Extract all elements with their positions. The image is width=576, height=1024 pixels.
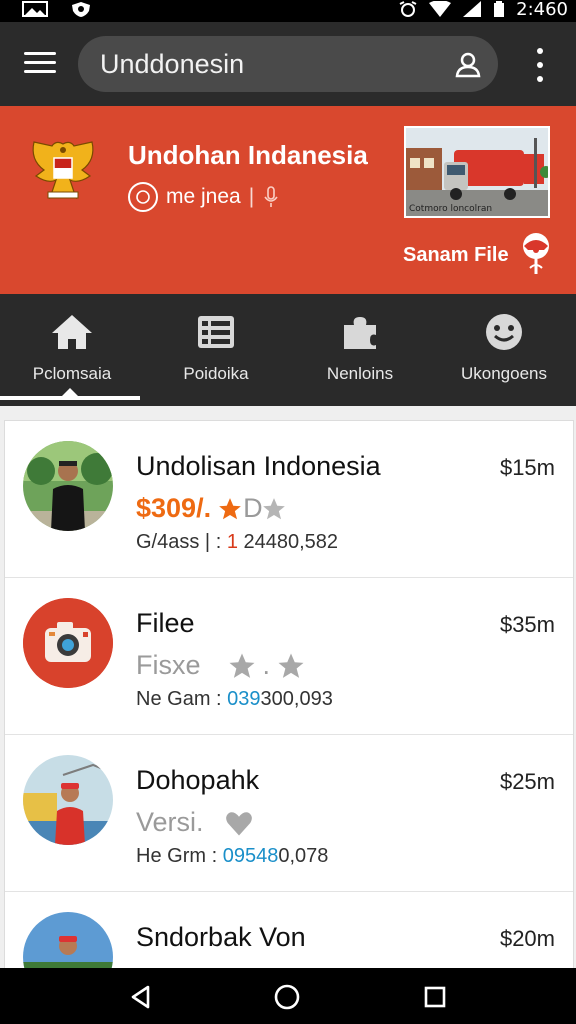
item-title: Dohopahk (136, 765, 260, 795)
status-bar: 2:460 (0, 0, 576, 22)
tab-label: Ukongoens (460, 364, 547, 383)
home-circle-icon[interactable] (274, 984, 300, 1010)
item-rating-row: Versi. (136, 807, 254, 838)
banner-subtitle-row: me jnea | (128, 182, 280, 212)
recent-apps-icon[interactable] (424, 986, 446, 1008)
item-title: Sndorbak Von (136, 922, 306, 952)
location-icon (128, 182, 158, 212)
avatar (23, 441, 113, 531)
item-subvalue: Fisxe (136, 650, 201, 680)
item-title: Undolisan Indonesia (136, 451, 381, 481)
item-price: $25m (499, 769, 555, 794)
microphone-icon[interactable] (262, 185, 280, 209)
item-subvalue: Versi. (136, 807, 204, 837)
meta-colon: : (215, 531, 222, 553)
wifi-icon (429, 1, 452, 17)
app-bar: Unddonesin (0, 22, 576, 106)
list-item[interactable]: Undolisan Indonesia $15m $309/. D G/4ass… (5, 421, 573, 578)
avatar (23, 598, 113, 688)
item-price: $20m (499, 926, 555, 951)
overflow-menu-icon[interactable] (528, 48, 552, 82)
meta-highlight: 039 (227, 688, 261, 710)
smiley-icon (482, 312, 526, 352)
meta-value: 24480,582 (243, 531, 339, 553)
home-icon (50, 312, 94, 352)
meta-value: 0,078 (278, 845, 329, 867)
item-meta: He Grm : 095480,078 (136, 845, 328, 868)
divider: | (248, 185, 255, 208)
alarm-icon (399, 1, 417, 17)
file-action-link[interactable]: Sanam File (403, 244, 509, 267)
photo-caption: Cotmoro loncolran (409, 204, 493, 214)
account-icon[interactable] (448, 44, 488, 84)
search-bar[interactable]: Unddonesin (78, 36, 498, 92)
item-price: $35m (499, 612, 555, 637)
meta-colon: : (216, 688, 222, 710)
list-icon (194, 312, 238, 352)
star-outline-icon (278, 653, 304, 678)
rating-dot: . (262, 650, 271, 680)
garuda-emblem-icon (32, 141, 94, 200)
star-outline-icon (229, 653, 255, 678)
tab-puzzle[interactable]: Nenloins (288, 294, 432, 406)
tab-home[interactable]: Pclomsaia (0, 294, 144, 406)
heart-icon[interactable] (224, 809, 254, 837)
item-meta: Ne Gam : 039300,093 (136, 688, 333, 711)
truck-photo[interactable]: Cotmoro loncolran (404, 126, 550, 218)
item-meta: G/4ass | : 1 24480,582 (136, 531, 338, 554)
star-outline-icon (262, 497, 285, 519)
item-list: Undolisan Indonesia $15m $309/. D G/4ass… (4, 420, 574, 968)
active-tab-indicator (62, 388, 78, 396)
header-banner: Undohan Indanesia me jnea | Cotmoro lonc… (0, 106, 576, 294)
hamburger-menu-icon[interactable] (20, 48, 60, 80)
meta-label: Gam (167, 688, 211, 710)
system-navigation-bar (0, 968, 576, 1024)
tab-label: Pclomsaia (32, 364, 112, 383)
battery-icon (494, 1, 505, 17)
back-icon[interactable] (128, 984, 154, 1010)
meta-prefix: Ne (136, 688, 162, 710)
tab-list[interactable]: Poidoika (144, 294, 288, 406)
meta-highlight: 1 (226, 531, 238, 553)
status-time: 2:460 (516, 0, 568, 20)
item-subvalue: $309/. (136, 493, 212, 523)
list-item[interactable]: Sndorbak Von $20m (5, 892, 573, 968)
list-item[interactable]: Dohopahk $25m Versi. He Grm : 095480,078 (5, 735, 573, 892)
puzzle-icon (338, 312, 382, 352)
meta-label: Grm (167, 845, 207, 867)
meta-prefix: G/4ass (136, 531, 200, 553)
list-item[interactable]: Filee $35m Fisxe . Ne Gam : 039300,093 (5, 578, 573, 735)
meta-separator: | (204, 531, 211, 553)
item-rating-row: Fisxe . (136, 650, 306, 681)
meta-prefix: He (136, 845, 162, 867)
banner-subtitle: me jnea (166, 185, 241, 208)
category-tabs: Pclomsaia Poidoika Nenloins Ukongoens (0, 294, 576, 406)
avatar (23, 912, 113, 968)
shield-notification-icon (72, 2, 90, 17)
pin-icon[interactable] (518, 232, 554, 276)
content-area: Undolisan Indonesia $15m $309/. D G/4ass… (0, 406, 576, 968)
meta-highlight: 09548 (222, 845, 279, 867)
item-price: $15m (499, 455, 555, 480)
meta-colon: : (211, 845, 218, 867)
item-title: Filee (136, 608, 195, 638)
image-notification-icon (22, 1, 48, 17)
tab-label: Poidoika (183, 364, 249, 383)
avatar (23, 755, 113, 845)
item-rating-row: $309/. D (136, 493, 287, 524)
camera-icon (23, 598, 113, 688)
banner-title: Undohan Indanesia (128, 140, 368, 170)
tab-label: Nenloins (326, 364, 394, 383)
search-input[interactable]: Unddonesin (100, 49, 448, 80)
meta-value: 300,093 (260, 688, 333, 710)
tab-smiley[interactable]: Ukongoens (432, 294, 576, 406)
star-filled-icon (219, 497, 241, 519)
signal-icon (463, 1, 482, 17)
